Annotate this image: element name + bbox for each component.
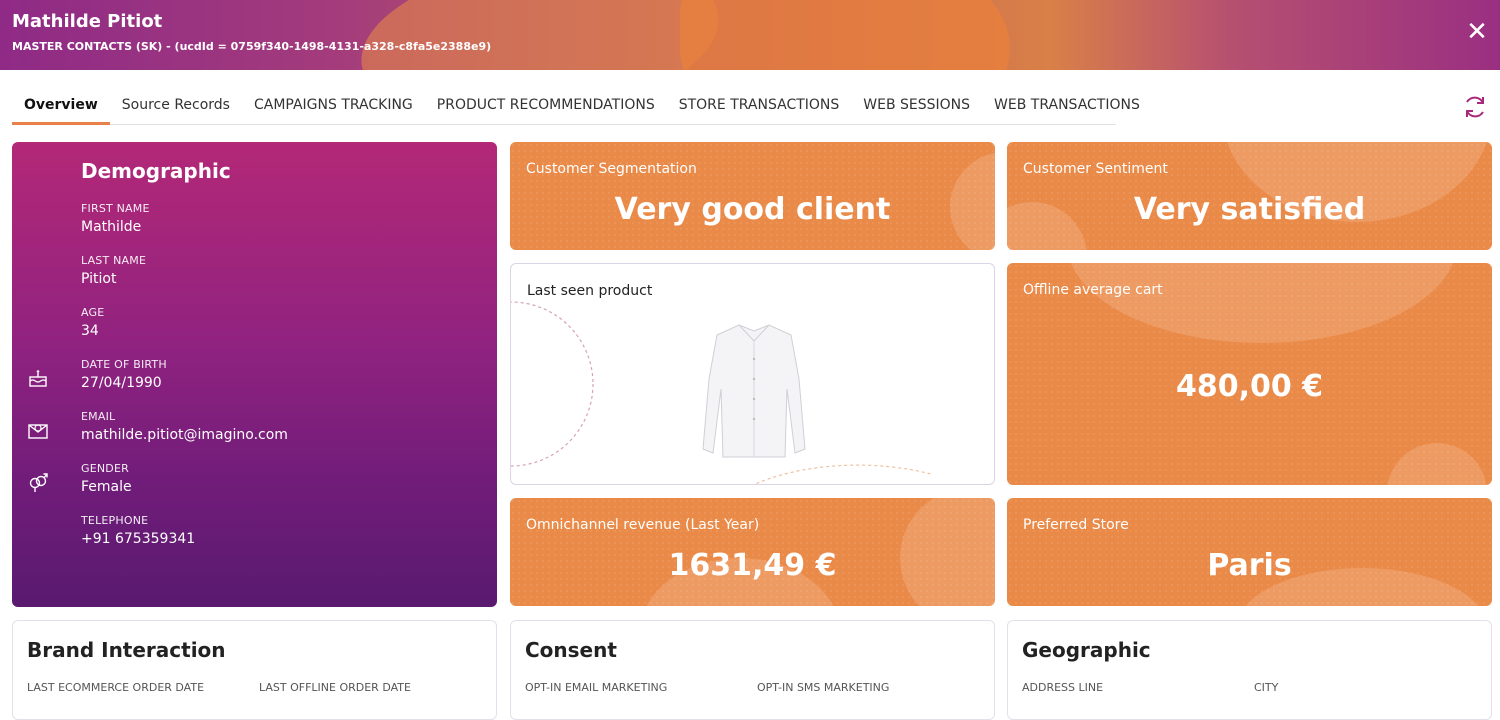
- field-label: OPT-IN EMAIL MARKETING: [525, 681, 668, 694]
- field-label: ADDRESS LINE: [1022, 681, 1104, 694]
- tab-web-transactions[interactable]: WEB TRANSACTIONS: [982, 88, 1152, 125]
- profile-header: Mathilde Pitiot MASTER CONTACTS (SK) - (…: [0, 0, 1500, 70]
- field-value: 34: [81, 323, 99, 339]
- gender-icon: [29, 473, 48, 492]
- card-value: 480,00 €: [1175, 369, 1324, 404]
- brand-interaction-card: Brand Interaction LAST ECOMMERCE ORDER D…: [12, 620, 497, 720]
- field-label: DATE OF BIRTH: [81, 358, 167, 371]
- field-label: LAST NAME: [81, 254, 147, 267]
- field-gender: GENDER Female: [81, 462, 132, 495]
- tab-web-sessions[interactable]: WEB SESSIONS: [851, 88, 982, 125]
- field-value: Pitiot: [81, 271, 117, 287]
- card-title: Geographic: [1022, 638, 1151, 662]
- card-label: Customer Segmentation: [526, 161, 697, 177]
- last-seen-product-card[interactable]: Last seen product: [510, 263, 995, 485]
- field-value: Mathilde: [81, 219, 142, 235]
- email-icon: [28, 424, 48, 439]
- field-value: mathilde.pitiot@imagino.com: [81, 427, 288, 443]
- field-label: AGE: [81, 306, 105, 319]
- offline-average-cart-card: Offline average cart 480,00 €: [1007, 263, 1492, 485]
- geographic-card: Geographic ADDRESS LINE CITY: [1007, 620, 1492, 720]
- shirt-image: [702, 324, 806, 458]
- header-decoration: [350, 0, 730, 70]
- field-label: TELEPHONE: [81, 514, 149, 527]
- field-label: CITY: [1254, 681, 1279, 694]
- tab-overview[interactable]: Overview: [12, 88, 110, 125]
- card-value: Very satisfied: [1133, 192, 1366, 227]
- field-label: OPT-IN SMS MARKETING: [757, 681, 890, 694]
- field-value: 27/04/1990: [81, 375, 162, 391]
- field-label: EMAIL: [81, 410, 116, 423]
- field-label: LAST OFFLINE ORDER DATE: [259, 681, 411, 694]
- cake-icon: [29, 370, 47, 387]
- card-title: Brand Interaction: [27, 638, 226, 662]
- profile-subtitle: MASTER CONTACTS (SK) - (ucdId = 0759f340…: [12, 40, 492, 53]
- card-title: Consent: [525, 638, 617, 662]
- card-label: Offline average cart: [1023, 282, 1163, 298]
- header-decoration: [680, 0, 1010, 70]
- customer-segmentation-card: Customer Segmentation Very good client: [510, 142, 995, 250]
- customer-sentiment-card: Customer Sentiment Very satisfied: [1007, 142, 1492, 250]
- field-value: Female: [81, 479, 132, 495]
- tab-source-records[interactable]: Source Records: [110, 88, 242, 125]
- tab-bar: Overview Source Records CAMPAIGNS TRACKI…: [12, 88, 1140, 125]
- refresh-icon[interactable]: [1462, 94, 1488, 120]
- field-first-name: FIRST NAME Mathilde: [81, 202, 150, 235]
- field-age: AGE 34: [81, 306, 104, 339]
- demographic-card: Demographic FIRST NAME Mathilde LAST NAM…: [12, 142, 497, 607]
- field-label: FIRST NAME: [81, 202, 150, 215]
- tab-campaigns-tracking[interactable]: CAMPAIGNS TRACKING: [242, 88, 425, 125]
- tab-product-recommendations[interactable]: PRODUCT RECOMMENDATIONS: [425, 88, 667, 125]
- card-label: Customer Sentiment: [1023, 161, 1168, 177]
- preferred-store-card: Preferred Store Paris: [1007, 498, 1492, 606]
- card-label: Preferred Store: [1023, 517, 1129, 533]
- close-icon[interactable]: ✕: [1462, 17, 1492, 47]
- card-label: Omnichannel revenue (Last Year): [526, 517, 760, 533]
- field-last-name: LAST NAME Pitiot: [81, 254, 146, 287]
- field-value: +91 675359341: [81, 531, 196, 547]
- tab-store-transactions[interactable]: STORE TRANSACTIONS: [667, 88, 852, 125]
- field-date-of-birth: DATE OF BIRTH 27/04/1990: [81, 358, 167, 391]
- card-value: Paris: [1207, 548, 1292, 583]
- field-label: GENDER: [81, 462, 129, 475]
- profile-title: Mathilde Pitiot: [12, 11, 163, 32]
- omnichannel-revenue-card: Omnichannel revenue (Last Year) 1631,49 …: [510, 498, 995, 606]
- consent-card: Consent OPT-IN EMAIL MARKETING OPT-IN SM…: [510, 620, 995, 720]
- field-label: LAST ECOMMERCE ORDER DATE: [27, 681, 205, 694]
- card-value: 1631,49 €: [668, 548, 837, 583]
- card-value: Very good client: [614, 192, 891, 227]
- field-telephone: TELEPHONE +91 675359341: [81, 514, 195, 547]
- demographic-title: Demographic: [81, 159, 231, 183]
- field-email: EMAIL mathilde.pitiot@imagino.com: [81, 410, 288, 443]
